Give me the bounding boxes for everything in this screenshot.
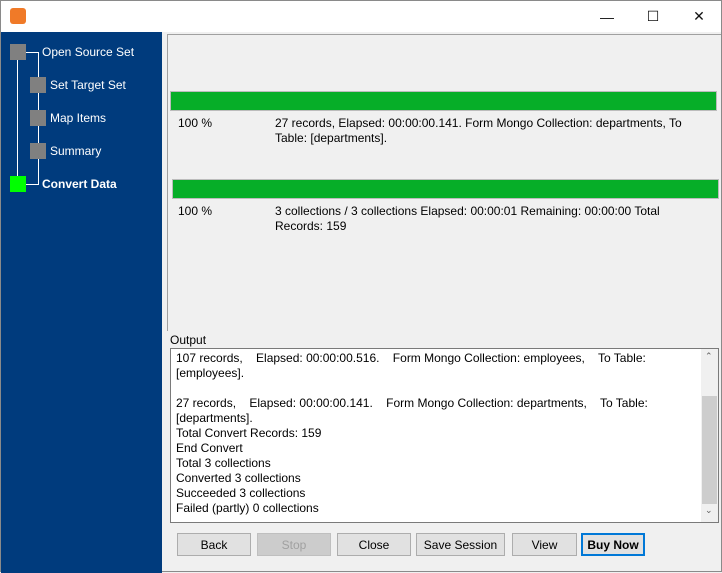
minimize-button[interactable]: —	[584, 1, 630, 32]
output-text: 107 records, Elapsed: 00:00:00.516. Form…	[176, 351, 648, 515]
total-progress-text: 3 collections / 3 collections Elapsed: 0…	[275, 204, 660, 233]
tree-line	[26, 52, 38, 53]
view-button[interactable]: View	[512, 533, 577, 556]
output-label: Output	[170, 333, 207, 347]
scroll-down-icon[interactable]: ⌄	[705, 505, 713, 516]
output-log[interactable]: 107 records, Elapsed: 00:00:00.516. Form…	[170, 348, 719, 523]
save-session-button[interactable]: Save Session	[416, 533, 505, 556]
maximize-button[interactable]: ☐	[630, 1, 676, 32]
tree-line	[26, 184, 38, 185]
scroll-up-icon[interactable]: ⌃	[705, 351, 713, 362]
step-open-source-set[interactable]: Open Source Set	[42, 45, 134, 59]
total-progress-percent: 100 %	[178, 204, 213, 218]
output-scrollbar[interactable]: ⌃ ⌄	[701, 349, 718, 522]
item-progress-text: 27 records, Elapsed: 00:00:00.141. Form …	[275, 116, 682, 145]
close-button[interactable]: Close	[337, 533, 411, 556]
step-map-items[interactable]: Map Items	[50, 111, 106, 125]
step-node-icon	[30, 143, 46, 159]
step-summary[interactable]: Summary	[50, 144, 101, 158]
step-node-icon	[30, 77, 46, 93]
scrollbar-thumb[interactable]	[702, 396, 717, 504]
item-progress-bar	[170, 91, 717, 111]
item-progress-percent: 100 %	[178, 116, 213, 130]
close-window-button[interactable]: ✕	[676, 1, 722, 32]
stop-button[interactable]: Stop	[257, 533, 331, 556]
wizard-steps-sidebar: Open Source Set Set Target Set Map Items…	[1, 32, 162, 573]
step-node-icon	[30, 110, 46, 126]
current-step-icon	[10, 176, 26, 192]
app-icon	[10, 8, 26, 24]
title-bar: — ☐ ✕	[1, 1, 721, 32]
tree-line	[17, 59, 18, 186]
total-progress-bar	[172, 179, 719, 199]
back-button[interactable]: Back	[177, 533, 251, 556]
step-convert-data[interactable]: Convert Data	[42, 177, 117, 191]
step-node-icon	[10, 44, 26, 60]
buy-now-button[interactable]: Buy Now	[581, 533, 645, 556]
step-set-target-set[interactable]: Set Target Set	[50, 78, 126, 92]
